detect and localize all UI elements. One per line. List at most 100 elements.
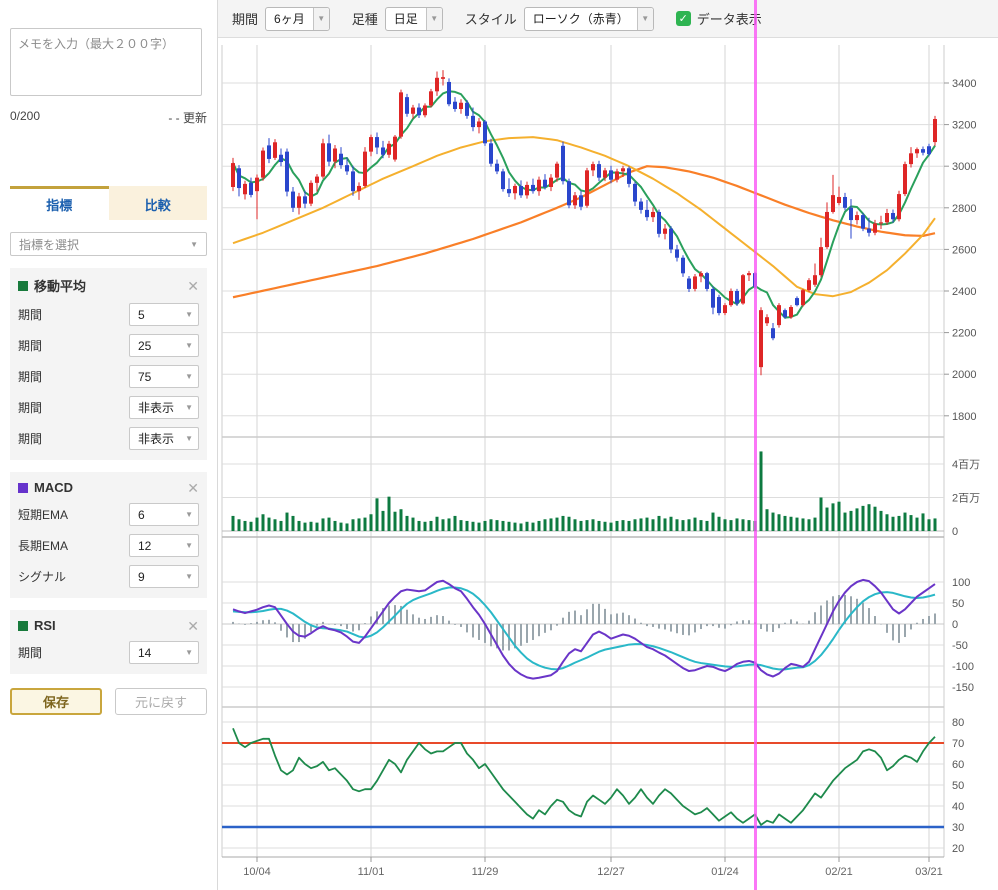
param-label: 短期EMA	[18, 506, 68, 523]
param-value: 12	[138, 539, 151, 553]
memo-counter: 0/200	[10, 109, 40, 126]
chart-canvas[interactable]: 3400320030002800260024002200200018004百万2…	[218, 38, 998, 890]
param-select[interactable]: 6 ▼	[129, 503, 199, 526]
memo-meta: 0/200 - - 更新	[10, 109, 207, 126]
indicator-param-row: 期間 5 ▼	[18, 303, 199, 326]
param-select[interactable]: 75 ▼	[129, 365, 199, 388]
axis-label: 40	[952, 801, 964, 813]
chevron-down-icon: ▼	[185, 310, 193, 319]
param-value: 14	[138, 646, 151, 660]
indicator-param-row: 期間 非表示 ▼	[18, 427, 199, 450]
sidebar-tabs: 指標 比較	[10, 186, 207, 220]
indicator-param-row: 長期EMA 12 ▼	[18, 534, 199, 557]
axis-label: -50	[952, 640, 968, 652]
indicator-param-row: 短期EMA 6 ▼	[18, 503, 199, 526]
indicator-param-row: シグナル 9 ▼	[18, 565, 199, 588]
axis-label: 30	[952, 822, 964, 834]
param-select[interactable]: 12 ▼	[129, 534, 199, 557]
ma75-line	[233, 166, 935, 297]
chevron-down-icon: ▼	[190, 240, 198, 249]
indicator-select[interactable]: 指標を選択 ▼	[10, 232, 207, 256]
indicator-swatch-icon	[18, 483, 28, 493]
indicator-swatch-icon	[18, 621, 28, 631]
param-label: 期間	[18, 337, 42, 354]
app-root: 0/200 - - 更新 指標 比較 指標を選択 ▼ 移動平均 ✕期間 5 ▼期…	[0, 0, 998, 890]
memo-update-link[interactable]: - - 更新	[168, 109, 207, 126]
indicator-select-placeholder: 指標を選択	[19, 236, 79, 253]
memo-input[interactable]	[10, 28, 202, 96]
timeframe-select[interactable]: 日足 ▼	[385, 7, 443, 31]
param-value: 5	[138, 308, 145, 322]
param-value: 非表示	[138, 399, 174, 416]
param-value: 25	[138, 339, 151, 353]
axis-label: 0	[952, 619, 958, 631]
axis-label: 3200	[952, 120, 976, 132]
indicator-header: MACD ✕	[18, 480, 199, 495]
axis-label: 2200	[952, 328, 976, 340]
sidebar-actions: 保存 元に戻す	[10, 688, 207, 715]
macd-signal-line	[233, 587, 935, 669]
indicator-header: 移動平均 ✕	[18, 276, 199, 295]
param-label: 期間	[18, 644, 42, 661]
x-axis-label: 02/21	[825, 866, 853, 878]
chevron-down-icon: ▼	[185, 403, 193, 412]
param-label: 長期EMA	[18, 537, 68, 554]
axis-label: 2百万	[952, 493, 980, 505]
style-value: ローソク（赤青）	[525, 10, 637, 27]
chart-toolbar: 期間 6ヶ月 ▼ 足種 日足 ▼ スタイル ローソク（赤青） ▼ ✓ データ表示	[218, 0, 998, 38]
indicator-param-row: 期間 75 ▼	[18, 365, 199, 388]
param-label: 期間	[18, 399, 42, 416]
indicator-section-2: RSI ✕ 期間 14 ▼	[10, 610, 207, 674]
chevron-down-icon: ▼	[185, 341, 193, 350]
style-select[interactable]: ローソク（赤青） ▼	[524, 7, 654, 31]
indicator-param-row: 期間 14 ▼	[18, 641, 199, 664]
x-axis-label: 03/21	[915, 866, 943, 878]
axis-label: 50	[952, 780, 964, 792]
close-icon[interactable]: ✕	[187, 619, 199, 633]
param-value: 9	[138, 570, 145, 584]
axis-label: 80	[952, 717, 964, 729]
axis-label: 20	[952, 843, 964, 855]
param-label: 期間	[18, 306, 42, 323]
param-label: 期間	[18, 430, 42, 447]
axis-label: 2000	[952, 369, 976, 381]
period-label: 期間	[232, 9, 258, 28]
indicator-name: RSI	[34, 618, 56, 633]
param-value: 75	[138, 370, 151, 384]
param-select[interactable]: 14 ▼	[129, 641, 199, 664]
timeframe-value: 日足	[386, 10, 426, 27]
data-display-checkbox[interactable]: ✓	[676, 11, 691, 26]
chevron-down-icon: ▼	[185, 648, 193, 657]
axis-label: 2400	[952, 286, 976, 298]
save-button[interactable]: 保存	[10, 688, 102, 715]
reset-button[interactable]: 元に戻す	[115, 688, 207, 715]
param-select[interactable]: 非表示 ▼	[129, 427, 199, 450]
param-select[interactable]: 非表示 ▼	[129, 396, 199, 419]
period-select[interactable]: 6ヶ月 ▼	[265, 7, 330, 31]
style-label: スタイル	[465, 9, 517, 28]
indicator-sections: 移動平均 ✕期間 5 ▼期間 25 ▼期間 75 ▼期間 非表示 ▼期間 非表示…	[10, 268, 207, 674]
axis-label: 4百万	[952, 459, 980, 471]
x-axis-label: 12/27	[597, 866, 625, 878]
param-select[interactable]: 9 ▼	[129, 565, 199, 588]
axis-label: 2600	[952, 244, 976, 256]
chevron-down-icon: ▼	[185, 434, 193, 443]
x-axis-label: 10/04	[243, 866, 271, 878]
param-value: 6	[138, 508, 145, 522]
axis-label: 70	[952, 738, 964, 750]
tab-compare[interactable]: 比較	[109, 186, 208, 220]
axis-label: -100	[952, 661, 974, 673]
x-axis-label: 11/01	[358, 866, 385, 878]
x-axis-label: 11/29	[472, 866, 499, 878]
indicator-header: RSI ✕	[18, 618, 199, 633]
param-select[interactable]: 5 ▼	[129, 303, 199, 326]
close-icon[interactable]: ✕	[187, 481, 199, 495]
axis-label: 1800	[952, 411, 976, 423]
close-icon[interactable]: ✕	[187, 279, 199, 293]
tab-indicators[interactable]: 指標	[10, 186, 109, 220]
indicator-section-1: MACD ✕ 短期EMA 6 ▼ 長期EMA 12 ▼ シグナル 9 ▼	[10, 472, 207, 598]
param-select[interactable]: 25 ▼	[129, 334, 199, 357]
axis-label: 60	[952, 759, 964, 771]
indicator-param-row: 期間 25 ▼	[18, 334, 199, 357]
param-label: 期間	[18, 368, 42, 385]
